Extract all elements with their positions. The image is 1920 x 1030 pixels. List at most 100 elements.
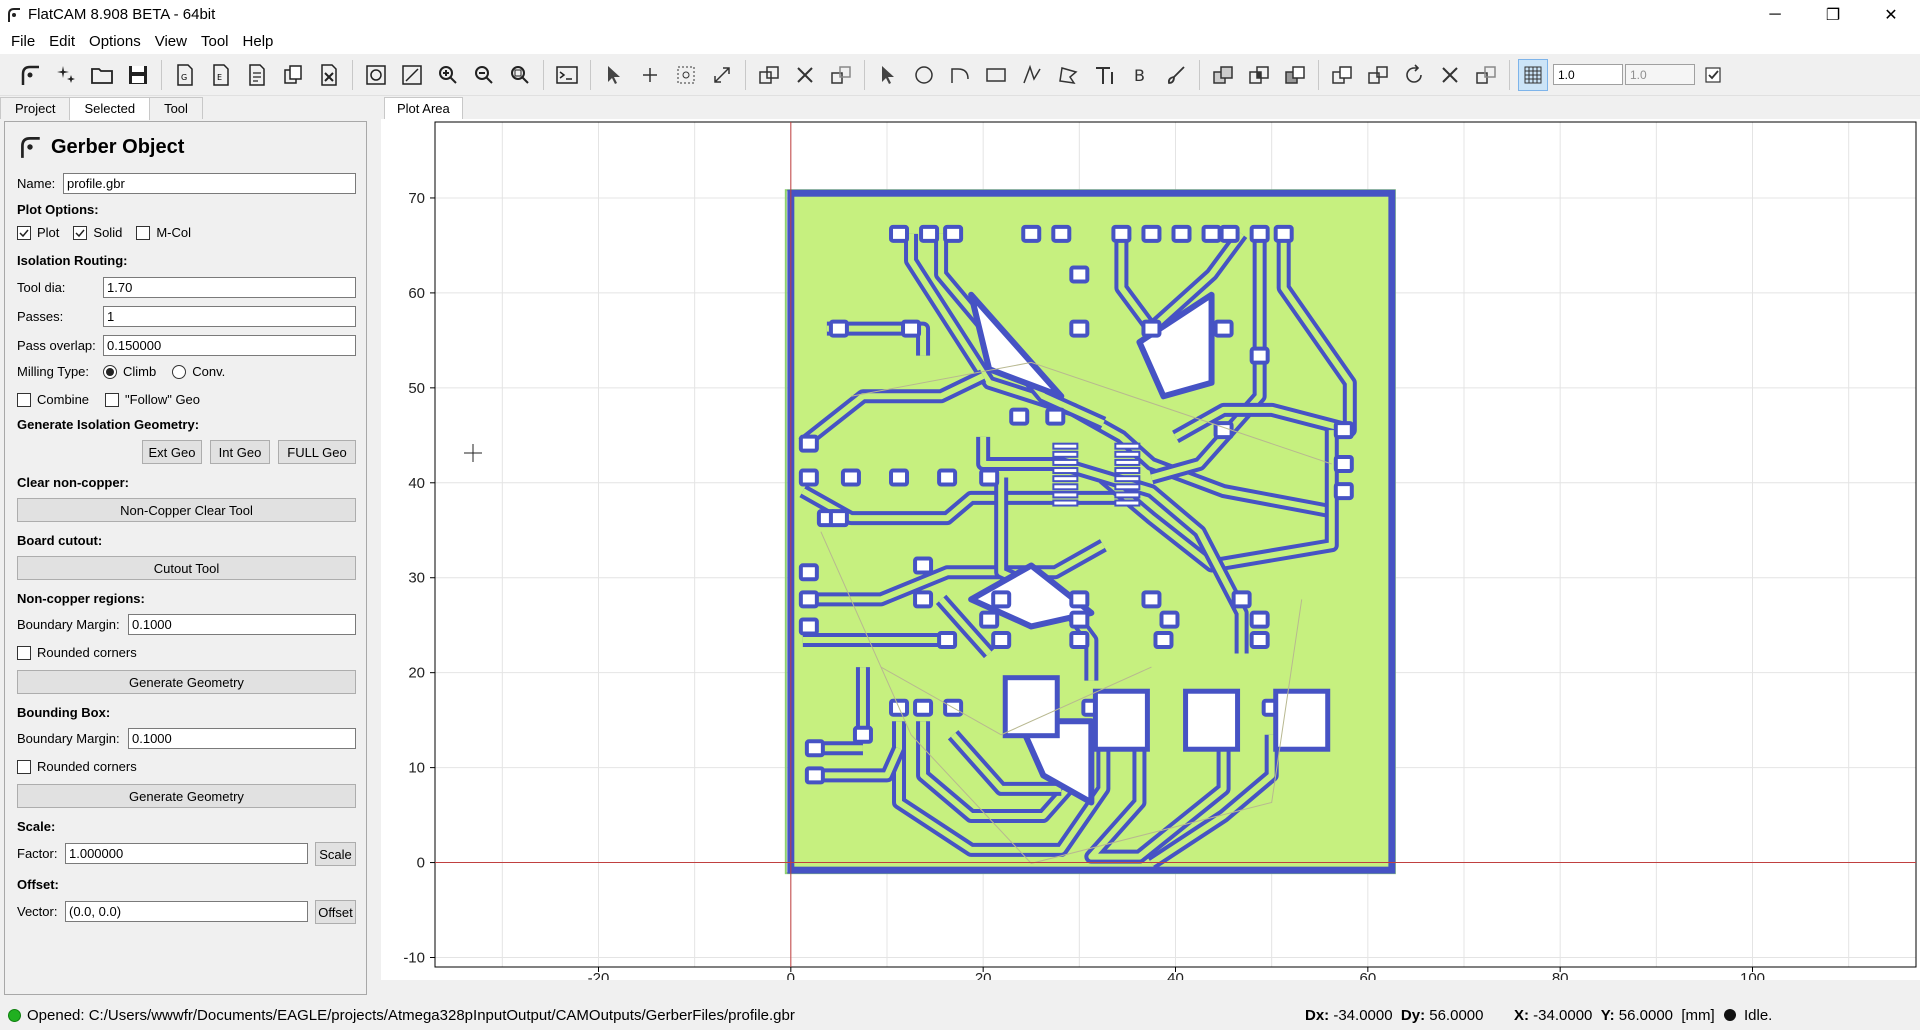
- delete-drill-button[interactable]: [790, 59, 820, 91]
- rectangle-button[interactable]: [981, 59, 1011, 91]
- plot-checkbox[interactable]: [17, 225, 31, 240]
- pcb-board: [784, 189, 1396, 875]
- tab-tool[interactable]: Tool: [149, 97, 203, 119]
- resize-drill-button[interactable]: [707, 59, 737, 91]
- overlap-input[interactable]: [103, 335, 356, 356]
- shell-button[interactable]: [552, 59, 582, 91]
- nc-rounded-checkbox[interactable]: [17, 645, 31, 660]
- new-document-button[interactable]: [242, 59, 272, 91]
- snap-grid-button[interactable]: [1518, 58, 1548, 91]
- copy-object-button[interactable]: [278, 59, 308, 91]
- new-gerber-button[interactable]: G: [170, 59, 200, 91]
- union-button[interactable]: [1208, 59, 1238, 91]
- plot-area[interactable]: -20 0 20 40 60 80 100 -10 0 10 20 30 40 50 60 70: [381, 119, 1920, 987]
- buffer-button[interactable]: B: [1125, 59, 1155, 91]
- grid-x-input[interactable]: [1553, 64, 1623, 85]
- conv-radio[interactable]: [172, 364, 187, 379]
- menu-tool[interactable]: Tool: [194, 33, 236, 50]
- passes-input[interactable]: [103, 306, 356, 327]
- replot-button[interactable]: [361, 59, 391, 91]
- nc-generate-geometry-button[interactable]: Generate Geometry: [17, 670, 356, 694]
- polygon-button[interactable]: [1053, 59, 1083, 91]
- bb-boundary-label: Boundary Margin:: [17, 731, 120, 746]
- follow-checkbox[interactable]: [105, 392, 120, 407]
- bold-b-icon: B: [1134, 66, 1145, 85]
- bb-boundary-input[interactable]: [128, 728, 356, 749]
- plot-canvas[interactable]: -20 0 20 40 60 80 100 -10 0 10 20 30 40 50 60 70: [381, 119, 1920, 987]
- delete-geo-button[interactable]: [1435, 59, 1465, 91]
- new-excellon-button[interactable]: E: [206, 59, 236, 91]
- cut-button[interactable]: [1327, 59, 1357, 91]
- drill-array-button[interactable]: [671, 59, 701, 91]
- scale-button[interactable]: Scale: [315, 842, 356, 866]
- menu-help[interactable]: Help: [236, 33, 281, 50]
- tab-project[interactable]: Project: [0, 97, 71, 119]
- close-window-button[interactable]: ✕: [1862, 0, 1920, 29]
- tab-plot-area[interactable]: Plot Area: [384, 97, 463, 119]
- copy-geo-button[interactable]: [1363, 59, 1393, 91]
- factor-input[interactable]: [65, 843, 308, 864]
- select-button[interactable]: [599, 59, 629, 91]
- grid-y-input[interactable]: [1625, 64, 1695, 85]
- arc-button[interactable]: [945, 59, 975, 91]
- non-copper-clear-tool-button[interactable]: Non-Copper Clear Tool: [17, 498, 356, 522]
- copper-pad: [1219, 224, 1240, 243]
- delete-object-button[interactable]: [314, 59, 344, 91]
- copper-pad: [798, 617, 819, 636]
- copper-pad: [937, 630, 958, 649]
- copper-pad: [913, 590, 934, 609]
- circle-button[interactable]: [909, 59, 939, 91]
- intersection-icon: [1249, 65, 1269, 84]
- text-button[interactable]: [1089, 59, 1119, 91]
- zoom-fit-button[interactable]: [505, 59, 535, 91]
- move-geo-button[interactable]: [1471, 59, 1501, 91]
- move-drill-button[interactable]: [826, 59, 856, 91]
- menu-options[interactable]: Options: [82, 33, 148, 50]
- paint-button[interactable]: [1161, 59, 1191, 91]
- nc-boundary-input[interactable]: [128, 614, 356, 635]
- zoom-out-button[interactable]: [469, 59, 499, 91]
- bb-rounded-checkbox[interactable]: [17, 759, 31, 774]
- nc-boundary-label: Boundary Margin:: [17, 617, 120, 632]
- new-geometry-button[interactable]: [51, 59, 81, 91]
- path-button[interactable]: [1017, 59, 1047, 91]
- menu-view[interactable]: View: [148, 33, 194, 50]
- solid-checkbox[interactable]: [73, 225, 88, 240]
- int-geo-button[interactable]: Int Geo: [210, 440, 270, 464]
- isolation-heading: Isolation Routing:: [17, 253, 128, 268]
- add-drill-button[interactable]: [635, 59, 665, 91]
- copper-pad: [804, 739, 825, 758]
- cutout-tool-button[interactable]: Cutout Tool: [17, 556, 356, 580]
- combine-checkbox[interactable]: [17, 392, 31, 407]
- zoom-in-button[interactable]: [433, 59, 463, 91]
- mcol-checkbox[interactable]: [136, 225, 151, 240]
- nc-rounded-label: Rounded corners: [37, 645, 137, 660]
- name-input[interactable]: [63, 173, 356, 194]
- idle-icon: [1724, 1009, 1736, 1021]
- save-button[interactable]: [123, 59, 153, 91]
- geo-select-button[interactable]: [873, 59, 903, 91]
- copy-drill-button[interactable]: [754, 59, 784, 91]
- menu-edit[interactable]: Edit: [42, 33, 82, 50]
- new-project-button[interactable]: [15, 59, 45, 91]
- climb-radio[interactable]: [103, 364, 117, 379]
- large-copper-pad: [1092, 688, 1150, 752]
- subtraction-button[interactable]: [1280, 59, 1310, 91]
- minimize-button[interactable]: ─: [1746, 0, 1804, 29]
- tab-selected[interactable]: Selected: [69, 97, 151, 120]
- open-button[interactable]: [87, 59, 117, 91]
- vector-input[interactable]: [65, 901, 308, 922]
- grid-lock-checkbox[interactable]: [1698, 59, 1728, 91]
- large-copper-pad: [1183, 688, 1241, 752]
- offset-button[interactable]: Offset: [315, 900, 356, 924]
- full-geo-button[interactable]: FULL Geo: [278, 440, 356, 464]
- ext-geo-button[interactable]: Ext Geo: [142, 440, 202, 464]
- tool-dia-input[interactable]: [103, 277, 356, 298]
- bb-generate-geometry-button[interactable]: Generate Geometry: [17, 784, 356, 808]
- rotate-button[interactable]: [1399, 59, 1429, 91]
- copper-pad: [979, 610, 1000, 629]
- menu-file[interactable]: File: [4, 33, 42, 50]
- clear-plot-button[interactable]: [397, 59, 427, 91]
- intersection-button[interactable]: [1244, 59, 1274, 91]
- maximize-button[interactable]: ❐: [1804, 0, 1862, 29]
